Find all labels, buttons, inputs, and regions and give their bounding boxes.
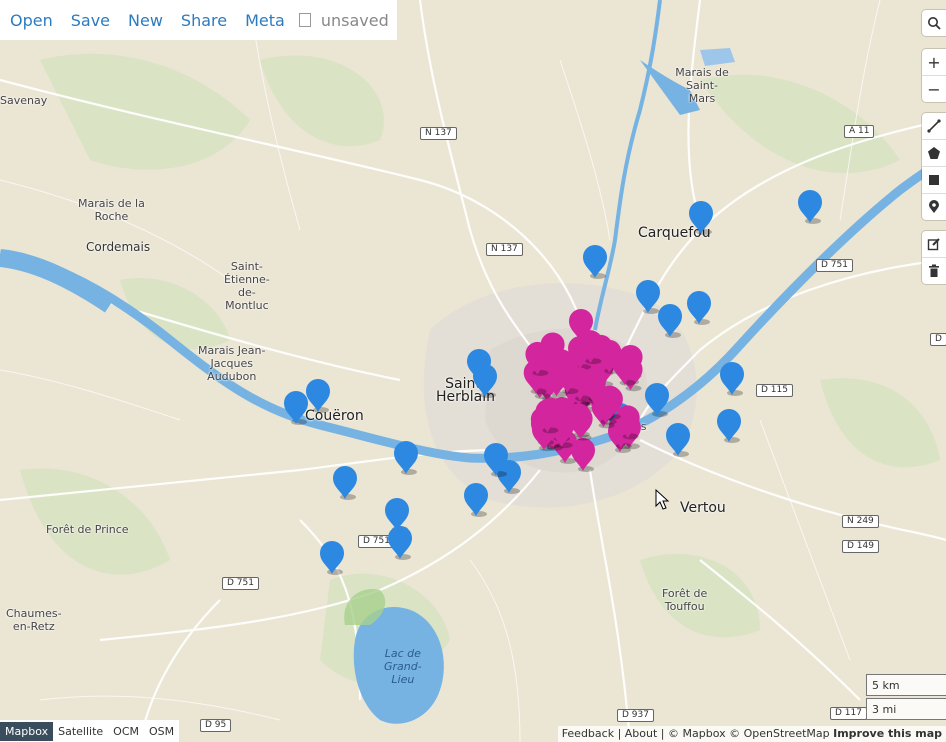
document-icon (298, 13, 311, 27)
top-menu: Open Save New Share Meta unsaved (0, 0, 397, 40)
blue-marker[interactable] (306, 379, 330, 413)
blue-marker[interactable] (717, 409, 741, 443)
layer-mapbox[interactable]: Mapbox (0, 721, 54, 741)
draw-toolbar (922, 113, 946, 220)
blue-marker[interactable] (658, 304, 682, 338)
improve-map-link[interactable]: Improve this map (833, 727, 942, 740)
open-button[interactable]: Open (0, 11, 53, 30)
marker-layer (284, 190, 822, 575)
blue-marker[interactable] (583, 245, 607, 279)
trash-icon[interactable] (922, 258, 946, 284)
meta-button[interactable]: Meta (235, 11, 285, 30)
blue-marker[interactable] (464, 483, 488, 517)
save-status-label: unsaved (320, 10, 389, 30)
blue-marker[interactable] (284, 391, 308, 425)
search-control (922, 10, 946, 36)
layer-switcher: Mapbox Satellite OCM OSM (0, 720, 180, 742)
magenta-marker[interactable] (612, 351, 637, 386)
about-link[interactable]: About (625, 727, 658, 740)
share-button[interactable]: Share (171, 11, 227, 30)
blue-marker[interactable] (484, 443, 508, 477)
scale-mi: 3 mi (866, 698, 946, 720)
marker-icon[interactable] (922, 194, 946, 220)
layer-osm[interactable]: OSM (144, 722, 179, 741)
scale-km: 5 km (866, 674, 946, 696)
feedback-link[interactable]: Feedback (562, 727, 614, 740)
layer-ocm[interactable]: OCM (108, 722, 144, 741)
line-icon[interactable] (922, 113, 946, 140)
blue-marker[interactable] (645, 383, 669, 417)
save-button[interactable]: Save (61, 11, 110, 30)
zoom-in-button[interactable]: + (922, 49, 946, 76)
new-button[interactable]: New (118, 11, 163, 30)
magenta-marker[interactable] (593, 390, 618, 425)
blue-marker[interactable] (689, 201, 713, 235)
edit-icon[interactable] (922, 231, 946, 258)
blue-marker[interactable] (394, 441, 418, 475)
zoom-control: + − (922, 49, 946, 102)
layer-satellite[interactable]: Satellite (53, 722, 108, 741)
mouse-cursor-icon (655, 488, 670, 510)
blue-marker[interactable] (798, 190, 822, 224)
save-status: unsaved (298, 10, 389, 30)
rectangle-icon[interactable] (922, 167, 946, 194)
blue-marker[interactable] (720, 362, 744, 396)
search-icon[interactable] (922, 10, 946, 36)
map-canvas[interactable]: Savenay Marais de Saint- Mars Marais de … (0, 0, 946, 742)
attribution: Feedback | About | © Mapbox © OpenStreet… (557, 726, 946, 742)
blue-marker[interactable] (666, 423, 690, 457)
blue-marker[interactable] (388, 526, 412, 560)
blue-marker[interactable] (636, 280, 660, 314)
blue-marker[interactable] (320, 541, 344, 575)
polygon-icon[interactable] (922, 140, 946, 167)
blue-marker[interactable] (333, 466, 357, 500)
blue-marker[interactable] (687, 291, 711, 325)
copyright-text: © Mapbox © OpenStreetMap (668, 727, 830, 740)
zoom-out-button[interactable]: − (922, 76, 946, 102)
blue-marker[interactable] (473, 364, 497, 398)
edit-toolbar (922, 231, 946, 284)
